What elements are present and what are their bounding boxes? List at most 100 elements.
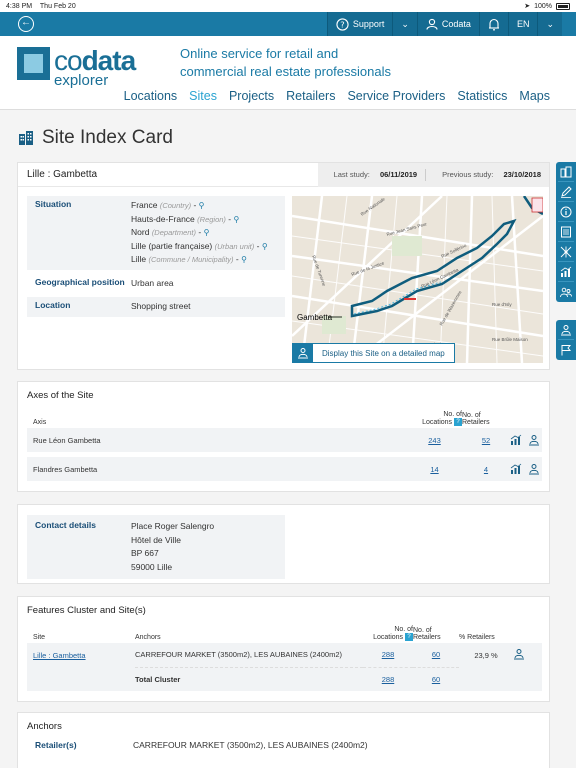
locations-link[interactable]: 243 <box>428 436 441 445</box>
nav-statistics[interactable]: Statistics <box>457 89 507 103</box>
situation-country: France (Country) - ⚲ <box>131 199 285 213</box>
support-label: Support <box>352 19 385 29</box>
location-arrow-icon: ➤ <box>524 3 531 10</box>
chart-icon[interactable] <box>558 262 574 282</box>
site-card: Lille : Gambetta Last study: 06/11/2019 … <box>17 162 550 370</box>
col-site: Site <box>33 634 46 641</box>
contact-line: BP 667 <box>131 548 159 558</box>
retailer-label: Retailer(s) <box>35 740 77 750</box>
buildings-icon[interactable] <box>558 162 574 182</box>
study-dates: Last study: 06/11/2019 Previous study: 2… <box>317 162 549 187</box>
site-map[interactable]: Gambetta Rue Nationale Rue Solférino Rue… <box>292 196 543 363</box>
contact-line: 59000 Lille <box>131 561 173 572</box>
pin-icon[interactable]: ⚲ <box>262 240 268 254</box>
map-person-icon[interactable] <box>513 648 525 660</box>
user-icon <box>426 18 438 30</box>
info-icon[interactable] <box>558 202 574 222</box>
user-menu[interactable]: Codata <box>416 12 479 36</box>
retailers-link[interactable]: 52 <box>482 436 490 445</box>
features-title: Features Cluster and Site(s) <box>27 605 146 616</box>
group-icon[interactable] <box>558 282 574 302</box>
codata-logo[interactable]: codata explorer <box>17 47 136 88</box>
previous-study-date: 23/10/2018 <box>503 170 541 179</box>
retailers-link[interactable]: 60 <box>432 650 440 659</box>
chevron-down-icon: ⌄ <box>546 18 554 29</box>
nav-projects[interactable]: Projects <box>229 89 274 103</box>
axes-card: Axes of the Site Axis No. of Locations ? … <box>17 381 550 492</box>
page-title-text: Site Index Card <box>42 127 173 148</box>
nav-maps[interactable]: Maps <box>519 89 550 103</box>
language-dropdown[interactable]: ⌄ <box>537 12 562 36</box>
page-title: Site Index Card <box>18 127 173 149</box>
pct-cell: 23,9 % <box>459 643 513 667</box>
map-person-icon[interactable] <box>558 320 574 340</box>
col-pct-retailers: % Retailers <box>459 634 495 641</box>
logo-mark <box>17 47 50 80</box>
site-link[interactable]: Lille : Gambetta <box>33 651 86 660</box>
nav-locations[interactable]: Locations <box>124 89 178 103</box>
nav-service-providers[interactable]: Service Providers <box>347 89 445 103</box>
map-person-icon[interactable] <box>528 434 540 446</box>
total-row: Total Cluster 288 60 <box>27 666 542 691</box>
table-row: Rue Léon Gambetta 243 52 <box>27 428 542 452</box>
help-icon[interactable]: ? <box>454 418 462 426</box>
support-button[interactable]: ? Support <box>326 12 393 36</box>
anchors-title: Anchors <box>27 721 62 732</box>
location-row: Location Shopping street <box>27 297 285 317</box>
previous-study-label: Previous study: <box>442 170 494 179</box>
retailers-link[interactable]: 4 <box>484 465 488 474</box>
pin-icon[interactable]: ⚲ <box>233 213 239 227</box>
chart-icon[interactable] <box>510 434 522 446</box>
locations-link[interactable]: 288 <box>382 650 395 659</box>
total-locations-link[interactable]: 288 <box>382 675 395 684</box>
total-retailers-link[interactable]: 60 <box>432 675 440 684</box>
retailer-value: CARREFOUR MARKET (3500m2), LES AUBAINES … <box>133 740 368 750</box>
last-study-label: Last study: <box>333 170 370 179</box>
locations-link[interactable]: 14 <box>430 465 438 474</box>
contact-label: Contact details <box>35 520 96 530</box>
back-arrow-icon[interactable]: ← <box>18 16 34 32</box>
nav-sites[interactable]: Sites <box>189 89 217 103</box>
chart-icon[interactable] <box>510 463 522 475</box>
side-toolbar-secondary <box>556 320 576 360</box>
map-pin-person-icon <box>293 344 313 362</box>
location-value: Shopping street <box>131 301 191 311</box>
network-icon[interactable] <box>558 242 574 262</box>
tagline: Online service for retail and commercial… <box>180 45 391 81</box>
site-header: codata explorer Online service for retai… <box>0 36 576 110</box>
pin-icon[interactable]: ⚲ <box>241 253 247 267</box>
table-row: Flandres Gambetta 14 4 <box>27 457 542 481</box>
axes-title: Axes of the Site <box>27 390 94 401</box>
geo-position-row: Geographical position Urban area <box>27 273 285 293</box>
map-label-gambetta: Gambetta <box>297 313 333 322</box>
help-icon[interactable]: ? <box>405 633 413 641</box>
map-person-icon[interactable] <box>528 463 540 475</box>
anchors-card: Anchors Retailer(s) CARREFOUR MARKET (35… <box>17 712 550 768</box>
language-selector[interactable]: EN <box>507 12 538 36</box>
notifications-button[interactable] <box>478 12 508 36</box>
features-table: Site Anchors No. of Locations ? No. of Ret… <box>27 624 542 691</box>
features-card: Features Cluster and Site(s) Site Anchor… <box>17 596 550 702</box>
display-detailed-map-button[interactable]: Display this Site on a detailed map <box>292 343 455 363</box>
list-icon[interactable] <box>558 222 574 242</box>
location-label: Location <box>35 300 71 310</box>
bell-icon <box>488 18 499 31</box>
col-retailers: No. of Retailers <box>462 411 490 426</box>
axes-table: Axis No. of Locations ? No. of Retailers R… <box>27 409 542 481</box>
svg-text:?: ? <box>340 19 344 29</box>
pencil-icon[interactable] <box>558 182 574 202</box>
battery-icon <box>556 2 570 10</box>
pin-icon[interactable]: ⚲ <box>204 226 210 240</box>
geo-label: Geographical position <box>35 276 125 287</box>
map-street-label: Rue d'Isly <box>492 302 512 307</box>
site-name: Lille : Gambetta <box>27 169 98 180</box>
tagline-line-2: commercial real estate professionals <box>180 64 391 79</box>
total-label: Total Cluster <box>135 666 363 691</box>
nav-retailers[interactable]: Retailers <box>286 89 335 103</box>
support-dropdown[interactable]: ⌄ <box>392 12 417 36</box>
contact-card: Contact details Place Roger Salengro Hôt… <box>17 504 550 584</box>
question-circle-icon: ? <box>336 17 349 31</box>
flag-icon[interactable] <box>558 340 574 360</box>
situation-label: Situation <box>35 199 72 209</box>
pin-icon[interactable]: ⚲ <box>199 199 205 213</box>
